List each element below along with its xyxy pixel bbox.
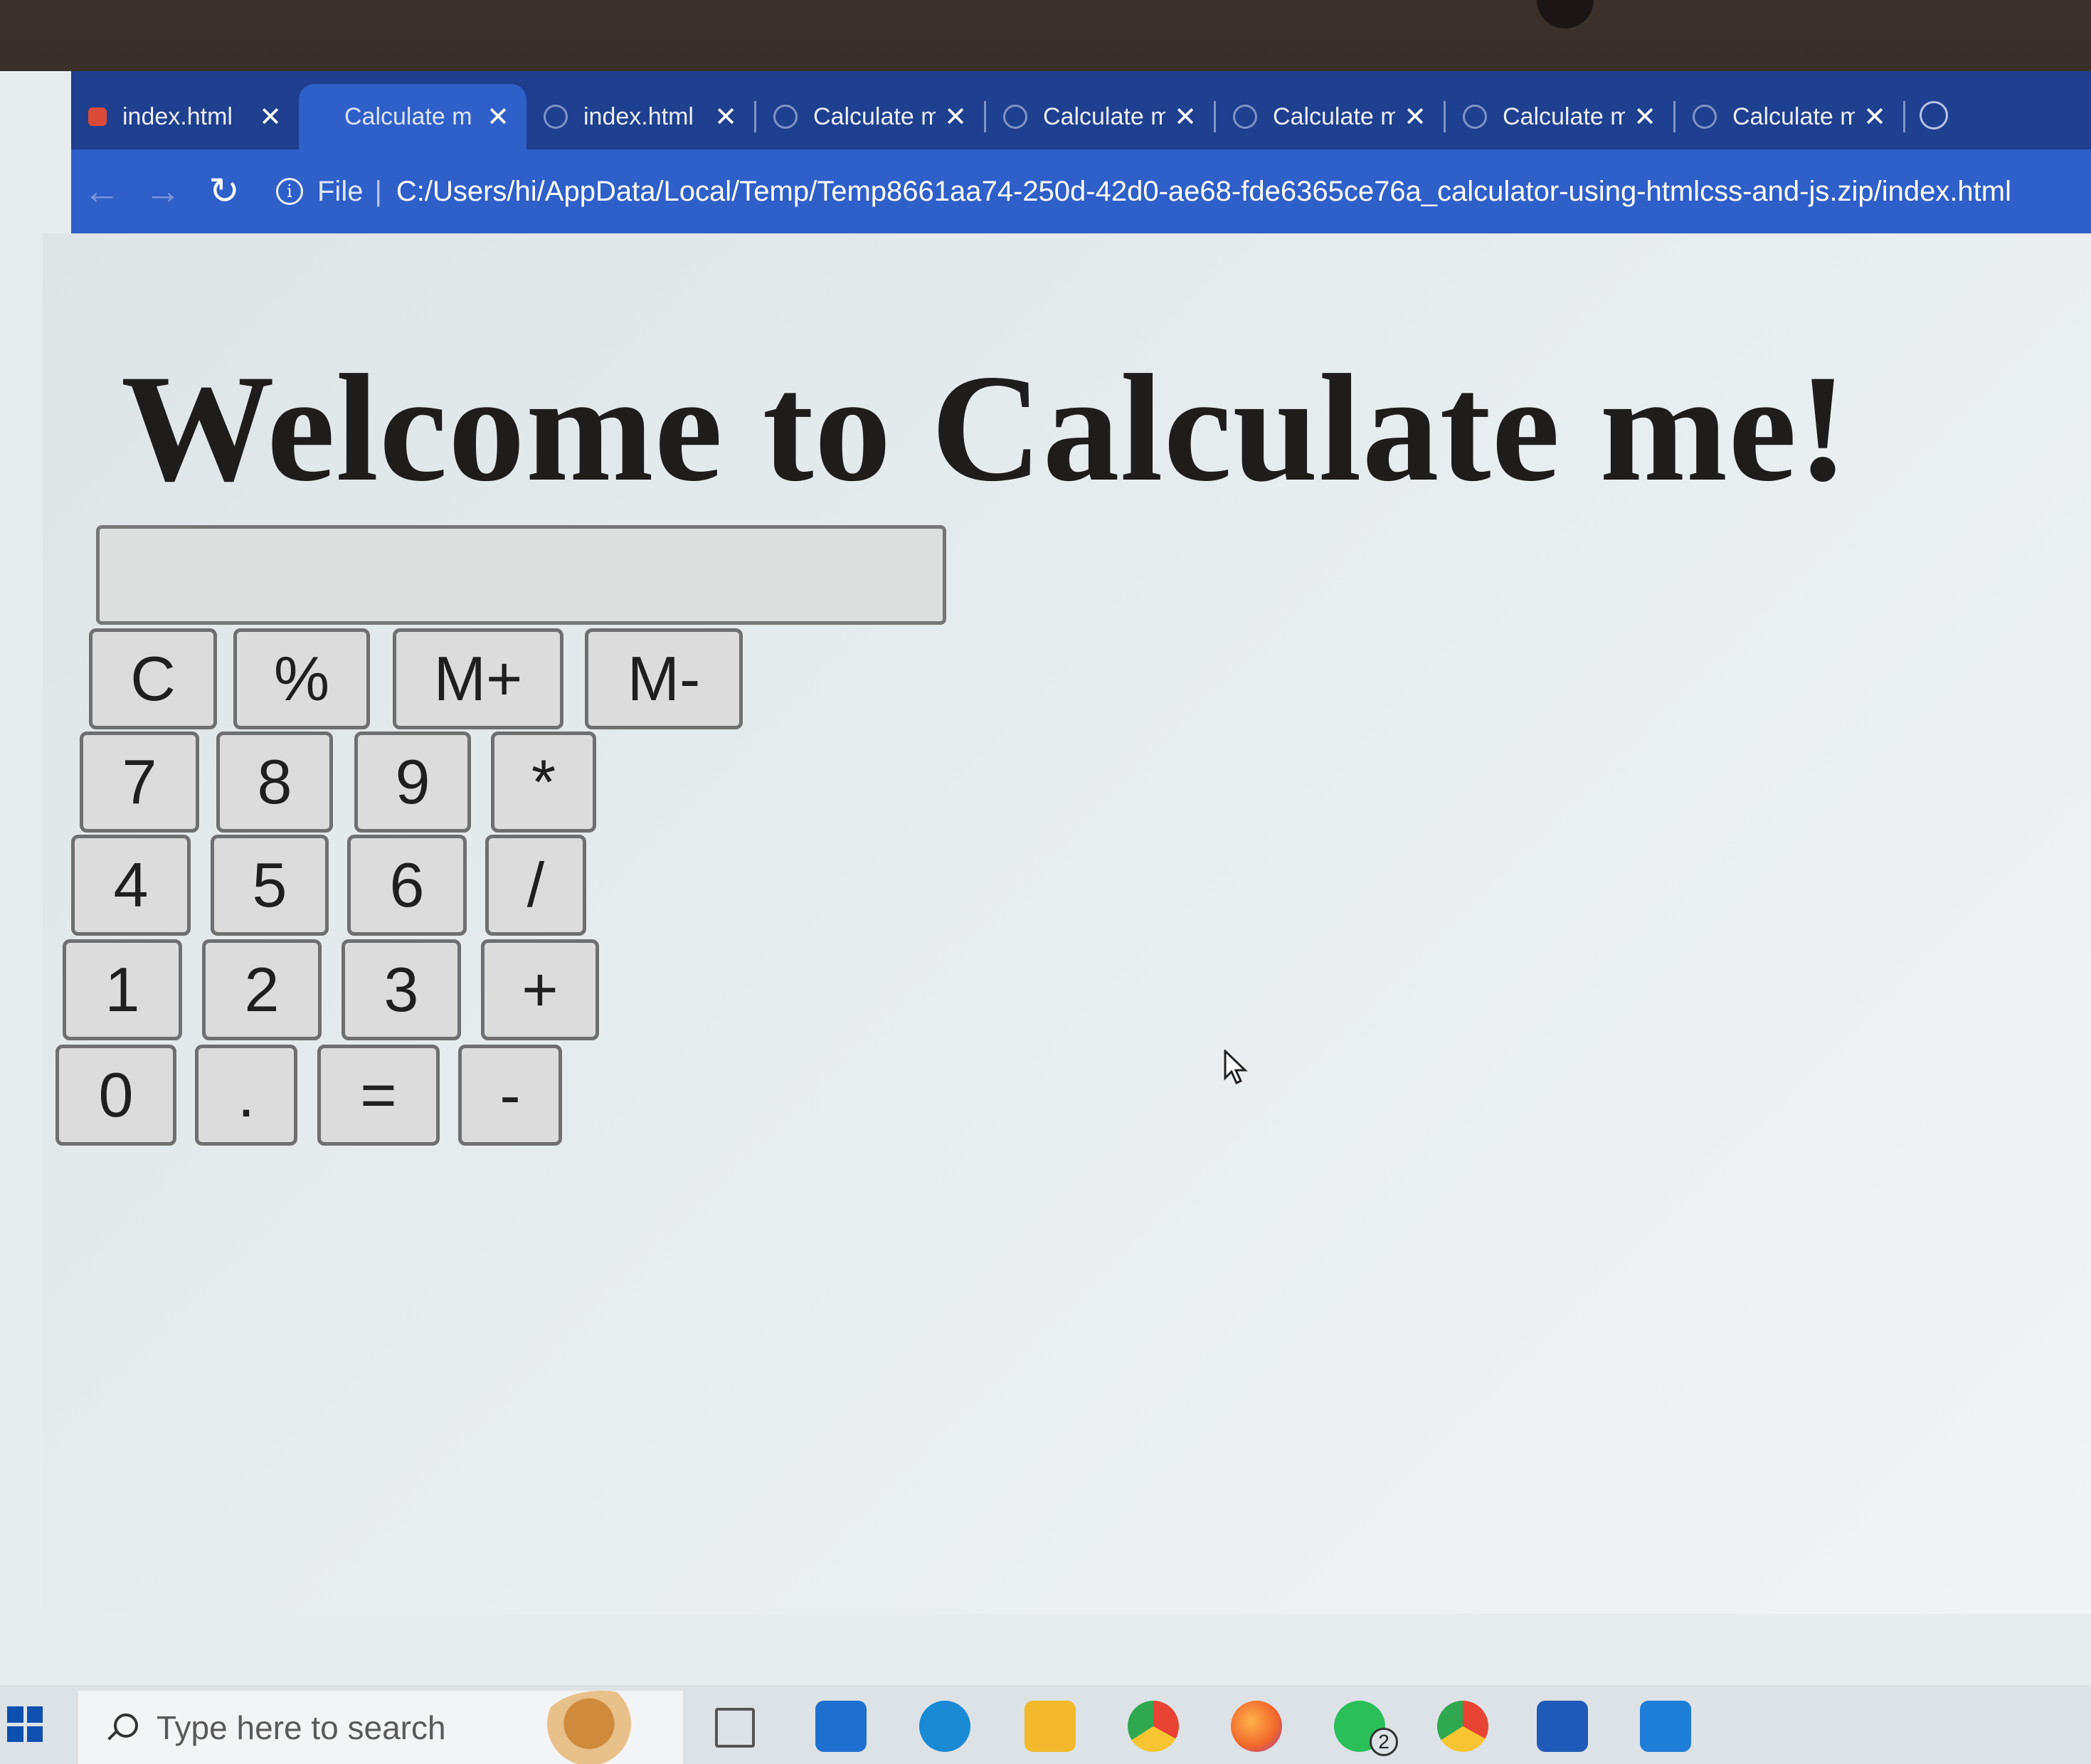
calculator-display[interactable] (96, 525, 946, 625)
globe-icon (544, 105, 568, 129)
edge-browser-icon[interactable] (919, 1701, 970, 1752)
memory-plus-button[interactable]: M+ (393, 628, 563, 729)
digit-9-button[interactable]: 9 (354, 732, 471, 833)
scheme-label: File (317, 175, 364, 207)
tab-calculate-me-7[interactable]: Calculate m ✕ (1676, 84, 1903, 149)
globe-icon[interactable] (1920, 101, 1948, 130)
equals-button[interactable]: = (317, 1045, 440, 1146)
tab-label: Calculate m (1273, 102, 1396, 130)
tab-calculate-me-5[interactable]: Calculate m ✕ (1216, 84, 1444, 149)
globe-icon (1463, 105, 1487, 129)
digit-5-button[interactable]: 5 (211, 835, 329, 936)
chrome-icon[interactable] (1128, 1701, 1179, 1752)
screen: index.html ✕ Calculate m ✕ index.html ✕ … (0, 71, 2091, 1764)
tab-calculate-me-3[interactable]: Calculate m ✕ (756, 84, 984, 149)
firefox-icon[interactable] (1231, 1701, 1282, 1752)
close-icon[interactable]: ✕ (1174, 101, 1197, 133)
close-icon[interactable]: ✕ (259, 101, 282, 133)
search-placeholder: Type here to search (157, 1708, 446, 1746)
multiply-button[interactable]: * (491, 732, 596, 833)
page-title: Welcome to Calculate me! (121, 343, 1850, 513)
address-bar[interactable]: i File | C:/Users/hi/AppData/Local/Temp/… (276, 176, 2011, 208)
tab-calculate-me-6[interactable]: Calculate m ✕ (1446, 84, 1673, 149)
microsoft-store-icon[interactable] (1537, 1701, 1588, 1752)
close-icon[interactable]: ✕ (944, 101, 967, 133)
close-icon[interactable]: ✕ (487, 101, 509, 133)
tab-label: Calculate m (813, 102, 936, 130)
taskbar-search-box[interactable]: Type here to search (78, 1691, 683, 1764)
plus-button[interactable]: + (481, 939, 599, 1040)
tab-calculate-me-active[interactable]: Calculate m ✕ (299, 84, 526, 149)
close-icon[interactable]: ✕ (1863, 101, 1886, 133)
task-view-icon[interactable] (715, 1708, 755, 1748)
taskbar: Type here to search 2 (0, 1685, 2091, 1764)
back-arrow-icon[interactable]: ← (71, 170, 132, 213)
close-icon[interactable]: ✕ (1634, 101, 1656, 133)
tab-label: index.html (122, 102, 233, 130)
tab-calculate-me-4[interactable]: Calculate m ✕ (986, 84, 1214, 149)
browser-toolbar: ← → ↻ i File | C:/Users/hi/AppData/Local… (71, 149, 2091, 233)
tab-index-html-1[interactable]: index.html ✕ (71, 84, 299, 149)
reload-icon[interactable]: ↻ (194, 170, 255, 213)
digit-3-button[interactable]: 3 (342, 939, 461, 1040)
page-content: Welcome to Calculate me! C % M+ M- 7 8 9… (43, 233, 2091, 1614)
percent-button[interactable]: % (233, 628, 370, 729)
clear-button[interactable]: C (89, 628, 217, 729)
tab-label: Calculate m (1503, 102, 1626, 130)
mouse-pointer-icon (1224, 1050, 1248, 1085)
globe-icon (773, 105, 798, 129)
forward-arrow-icon[interactable]: → (132, 170, 194, 213)
search-icon (107, 1713, 138, 1742)
digit-4-button[interactable]: 4 (71, 835, 191, 936)
tab-strip: index.html ✕ Calculate m ✕ index.html ✕ … (71, 71, 2091, 149)
decimal-point-button[interactable]: . (195, 1045, 297, 1146)
info-icon[interactable]: i (276, 178, 303, 205)
mail-icon[interactable] (815, 1701, 867, 1752)
address-separator: | (374, 175, 382, 207)
tab-label: Calculate m (1732, 102, 1856, 130)
memory-minus-button[interactable]: M- (585, 628, 743, 729)
minus-button[interactable]: - (458, 1045, 562, 1146)
globe-icon (1003, 105, 1027, 129)
digit-7-button[interactable]: 7 (80, 732, 199, 833)
digit-6-button[interactable]: 6 (347, 835, 467, 936)
url-text[interactable]: C:/Users/hi/AppData/Local/Temp/Temp8661a… (396, 176, 2011, 208)
digit-0-button[interactable]: 0 (55, 1045, 176, 1146)
chrome-profile-icon[interactable] (1437, 1701, 1488, 1752)
tab-separator (1903, 101, 1905, 132)
notification-badge: 2 (1370, 1728, 1398, 1756)
digit-1-button[interactable]: 1 (63, 939, 182, 1040)
tab-label: Calculate m (1043, 102, 1166, 130)
tab-label: index.html (583, 102, 694, 130)
divide-button[interactable]: / (485, 835, 586, 936)
globe-icon (1233, 105, 1257, 129)
close-icon[interactable]: ✕ (714, 101, 737, 133)
globe-icon (1693, 105, 1717, 129)
webcam (1537, 0, 1594, 28)
photos-icon[interactable] (1640, 1701, 1691, 1752)
search-highlight-doodle-icon (541, 1691, 662, 1764)
file-explorer-icon[interactable] (1025, 1701, 1076, 1752)
digit-8-button[interactable]: 8 (216, 732, 333, 833)
tab-label: Calculate m (344, 102, 472, 130)
windows-start-icon[interactable] (7, 1706, 43, 1742)
tab-index-html-2[interactable]: index.html ✕ (526, 84, 754, 149)
code-file-icon (88, 107, 107, 126)
digit-2-button[interactable]: 2 (202, 939, 322, 1040)
close-icon[interactable]: ✕ (1404, 101, 1426, 133)
